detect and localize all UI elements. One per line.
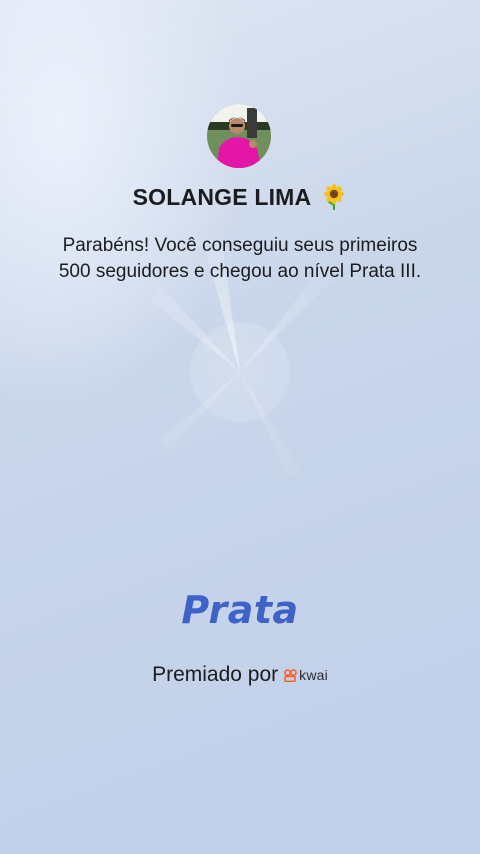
profile-name-row: SOLANGE LIMA [0,180,480,214]
kwai-logo-icon [284,668,297,682]
awarded-by-label: Premiado por [152,663,279,686]
kwai-brand-text: kwai [299,667,328,683]
awarded-by-row: Premiado por kwai [0,660,480,690]
avatar[interactable] [207,104,271,168]
sunflower-icon [321,184,347,210]
congratulations-message: Parabéns! Você conseguiu seus primeiros … [58,235,422,282]
profile-name: SOLANGE LIMA [132,183,312,210]
kwai-logo: kwai [284,667,328,683]
profile-photo [207,104,271,168]
achievement-screen: SOLANGE LIMA Parabéns! Você conseguiu se… [0,0,480,854]
level-title: Prata [181,588,299,632]
